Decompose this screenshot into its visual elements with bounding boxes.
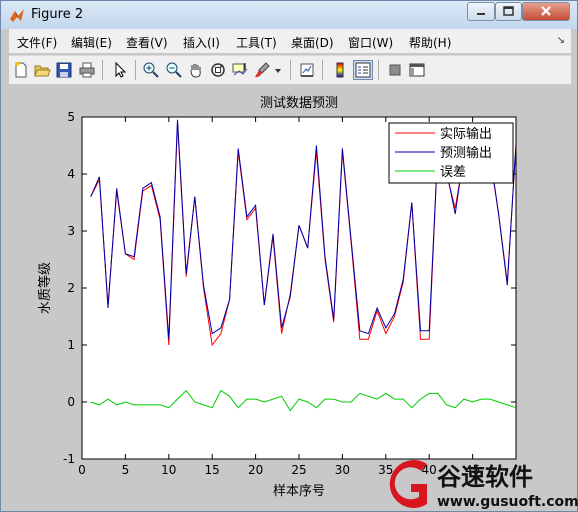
new-file-icon[interactable] [12,61,30,79]
dropdown-arrow-icon[interactable] [273,61,283,79]
toolbar-separator [135,60,136,80]
pan-hand-icon[interactable] [187,61,205,79]
legend-icon[interactable] [353,60,373,80]
close-icon [541,6,551,16]
toolbar-separator [102,60,103,80]
watermark-logo: 谷速软件 www.gusuoft.com [389,460,578,510]
y-tick-label: 3 [67,224,75,238]
menu-help[interactable]: 帮助(H) [409,34,451,51]
x-tick-label: 25 [291,463,306,477]
legend-label-predicted: 预测输出 [440,145,492,161]
menu-tools[interactable]: 工具(T) [236,34,277,51]
toolbar-separator [378,60,379,80]
zoom-in-icon[interactable] [142,61,160,79]
y-tick-label: 5 [67,110,75,124]
x-tick-label: 5 [122,463,130,477]
watermark-brand: 谷速软件 [437,463,533,491]
y-tick-label: 4 [67,167,75,181]
menu-file[interactable]: 文件(F) [17,34,57,51]
y-tick-label: -1 [63,452,75,466]
maximize-button[interactable] [495,2,522,21]
save-icon[interactable] [55,61,73,79]
print-icon[interactable] [78,61,96,79]
menu-edit[interactable]: 编辑(E) [71,34,112,51]
menu-insert[interactable]: 插入(I) [183,34,220,51]
menu-window[interactable]: 窗口(W) [348,34,393,51]
toolbar-separator [290,60,291,80]
brush-icon[interactable] [253,61,271,79]
menu-desktop[interactable]: 桌面(D) [291,34,334,51]
figure-window: Figure 2 文件(F) 编辑(E) 查看(V) 插入(I) 工具(T) 桌… [0,0,578,512]
close-button[interactable] [522,2,570,21]
x-tick-label: 30 [335,463,350,477]
link-plot-icon[interactable] [298,61,316,79]
y-tick-label: 0 [67,395,75,409]
minimize-icon [477,13,485,15]
x-tick-label: 0 [78,463,86,477]
pointer-icon[interactable] [111,61,129,79]
matlab-logo-icon [10,9,24,22]
show-plot-tools-icon[interactable] [408,61,426,79]
colorbar-icon[interactable] [331,61,349,79]
toolbar-separator [322,60,323,80]
x-tick-label: 20 [248,463,263,477]
menu-overflow-icon[interactable]: ↘ [557,35,565,46]
y-tick-label: 2 [67,281,75,295]
minimize-button[interactable] [467,2,495,21]
open-folder-icon[interactable] [33,61,51,79]
y-tick-label: 1 [67,338,75,352]
hide-plot-tools-icon[interactable] [386,61,404,79]
x-axis-label: 样本序号 [273,484,325,499]
figure-canvas: 测试数据预测 样本序号 水质等级 051015202530354045-1012… [9,85,571,505]
legend-label-actual: 实际输出 [440,126,492,142]
menu-bar: 文件(F) 编辑(E) 查看(V) 插入(I) 工具(T) 桌面(D) 窗口(W… [9,29,571,53]
legend: 实际输出 预测输出 误差 [388,122,514,184]
title-bar[interactable]: Figure 2 [1,1,577,29]
chart-title: 测试数据预测 [260,96,338,111]
window-title: Figure 2 [31,7,84,22]
x-tick-label: 10 [161,463,176,477]
menu-view[interactable]: 查看(V) [126,34,168,51]
x-tick-label: 15 [205,463,220,477]
rotate-3d-icon[interactable] [209,61,227,79]
watermark-url: www.gusuoft.com [437,494,578,510]
zoom-out-icon[interactable] [165,61,183,79]
line-chart: 测试数据预测 样本序号 水质等级 051015202530354045-1012… [37,96,517,499]
legend-label-error: 误差 [440,165,466,180]
data-cursor-icon[interactable] [231,61,249,79]
maximize-icon [503,6,514,16]
y-axis-label: 水质等级 [37,262,53,314]
toolbar [9,55,571,84]
